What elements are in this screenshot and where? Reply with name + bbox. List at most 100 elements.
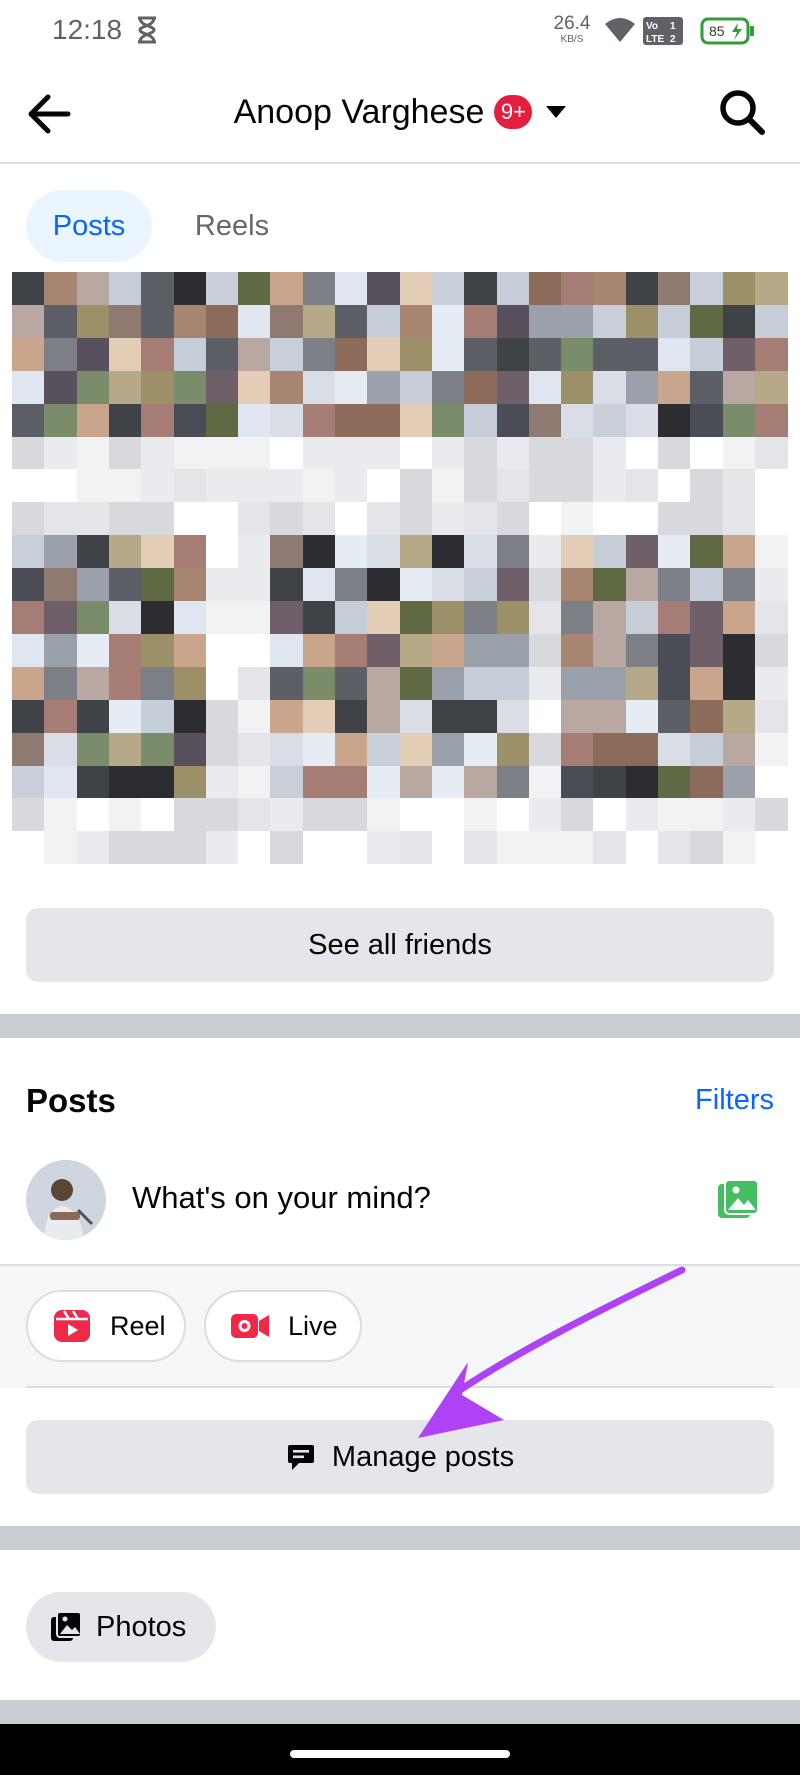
tab-reels[interactable]: Reels [172,190,292,262]
mosaic-cell [173,337,207,371]
mosaic-cell [399,403,433,437]
mosaic-cell [367,666,401,700]
mosaic-cell [238,699,272,733]
mosaic-cell [44,765,78,799]
mosaic-cell [141,765,175,799]
profile-name-title[interactable]: Anoop Varghese [234,93,485,132]
mosaic-cell [754,370,788,404]
mosaic-cell [528,568,562,602]
mosaic-cell [270,765,304,799]
mosaic-cell [335,502,368,536]
mosaic-cell [238,798,272,832]
svg-text:85: 85 [709,23,725,39]
reel-label: Reel [110,1310,166,1341]
mosaic-cell [722,535,756,569]
mosaic-cell [496,732,530,766]
mosaic-cell [270,568,304,602]
mosaic-cell [302,798,336,832]
mosaic-cell [658,601,691,634]
mosaic-cell [528,469,562,503]
mosaic-cell [302,699,336,733]
tab-posts[interactable]: Posts [26,190,152,262]
mosaic-cell [690,337,724,371]
manage-posts-button[interactable]: Manage posts [26,1420,774,1494]
mosaic-cell [431,699,465,733]
mosaic-cell [561,304,595,338]
home-gesture-handle[interactable] [290,1750,510,1758]
mosaic-cell [593,337,627,371]
reel-icon [54,1310,90,1342]
mosaic-cell [108,469,142,503]
mosaic-cell [335,436,368,470]
mosaic-cell [528,798,562,832]
reel-button[interactable]: Reel [26,1290,186,1362]
mosaic-cell [76,568,110,602]
mosaic-cell [658,304,691,338]
mosaic-cell [431,502,465,536]
mosaic-cell [173,304,207,338]
mosaic-cell [108,831,142,865]
mosaic-cell [335,337,368,371]
mosaic-cell [302,535,336,569]
search-icon[interactable] [716,86,768,138]
mosaic-cell [593,370,627,404]
mosaic-cell [76,831,110,865]
mosaic-cell [528,535,562,569]
mosaic-cell [464,666,498,700]
mosaic-cell [44,798,78,832]
mosaic-cell [625,568,659,602]
mosaic-cell [205,732,239,766]
status-bar: 12:18 26.4 KB/S Vo LTE 1 2 85 [0,0,800,62]
mosaic-cell [399,798,433,832]
mosaic-cell [593,699,627,733]
mosaic-cell [464,502,498,536]
mosaic-cell [625,699,659,733]
mosaic-cell [754,304,788,338]
mosaic-cell [238,272,272,305]
mosaic-cell [302,568,336,602]
mosaic-cell [141,436,175,470]
mosaic-cell [593,436,627,470]
mosaic-cell [496,502,530,536]
mosaic-cell [496,765,530,799]
mosaic-cell [302,601,336,634]
mosaic-cell [108,535,142,569]
mosaic-cell [238,370,272,404]
avatar[interactable] [26,1160,106,1240]
dropdown-caret-icon[interactable] [546,106,567,118]
mosaic-cell [173,831,207,865]
mosaic-cell [496,535,530,569]
mosaic-cell [496,699,530,733]
filters-link[interactable]: Filters [695,1084,774,1117]
mosaic-cell [367,403,401,437]
back-arrow-icon[interactable] [20,84,80,144]
mosaic-cell [205,666,239,700]
mosaic-cell [141,535,175,569]
mosaic-cell [108,370,142,404]
mosaic-cell [302,502,336,536]
mosaic-cell [367,568,401,602]
mosaic-cell [141,403,175,437]
notification-badge: 9+ [494,95,533,129]
mosaic-cell [12,831,45,865]
mosaic-cell [205,798,239,832]
mosaic-cell [431,798,465,832]
photos-button[interactable]: Photos [26,1592,216,1662]
mosaic-cell [399,699,433,733]
mosaic-cell [658,272,691,305]
mosaic-cell [367,633,401,667]
mosaic-cell [108,272,142,305]
live-button[interactable]: Live [204,1290,362,1362]
mosaic-cell [399,666,433,700]
section-divider [0,1526,800,1550]
mosaic-cell [367,370,401,404]
mosaic-cell [528,403,562,437]
see-all-friends-button[interactable]: See all friends [26,908,774,982]
mosaic-cell [141,633,175,667]
mosaic-cell [625,272,659,305]
mosaic-cell [593,568,627,602]
composer-input[interactable]: What's on your mind? [132,1180,431,1216]
photo-upload-icon[interactable] [716,1178,760,1222]
mosaic-cell [561,765,595,799]
mosaic-cell [722,370,756,404]
